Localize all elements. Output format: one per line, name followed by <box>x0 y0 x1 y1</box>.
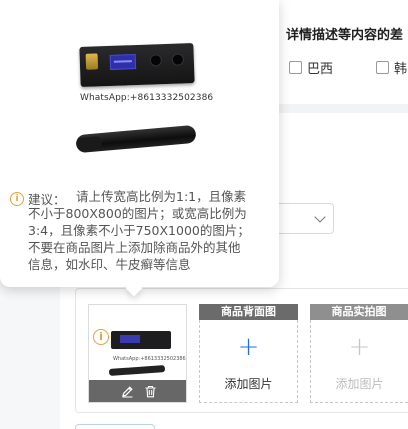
edit-icon[interactable] <box>121 385 134 398</box>
image-watermark: WhatsApp:+8613332502386 <box>80 93 214 103</box>
thumbnail-watermark: WhatsApp:+8613332502386 <box>113 356 186 362</box>
tip-line: 不要在商品图片上添加除商品外的其他 <box>28 240 241 255</box>
checkbox[interactable] <box>376 61 389 74</box>
add-image-label: 添加图片 <box>335 377 384 391</box>
bottom-button[interactable] <box>75 424 155 429</box>
add-image-label: 添加图片 <box>224 377 273 391</box>
slot-title: 商品背面图 <box>199 304 298 320</box>
example-product-image: WhatsApp:+8613332502386 <box>60 0 220 176</box>
section-heading: 详情描述等内容的差 <box>286 28 404 43</box>
warning-icon[interactable]: i <box>93 329 109 345</box>
device-hole-image <box>149 54 163 67</box>
tip-line: 请上传宽高比例为1:1，且像素 <box>76 189 247 204</box>
country-option-korea[interactable]: 韩 <box>376 58 407 77</box>
device-image <box>79 43 195 87</box>
slot-title: 商品实拍图 <box>310 304 408 320</box>
option-label: 巴西 <box>307 62 334 77</box>
thumbnail-device-screen <box>120 335 140 343</box>
image-guideline-tooltip: WhatsApp:+8613332502386 i 建议： 请上传宽高比例为1:… <box>0 0 279 297</box>
thumbnail-antenna-image <box>108 365 166 376</box>
thumbnail-device-image <box>111 331 171 349</box>
page: 详情描述等内容的差 巴西 韩 WhatsApp:+8613332502386 i <box>0 0 408 429</box>
upload-slot-real-photo[interactable]: 商品实拍图 + 添加图片 <box>310 304 408 403</box>
delete-icon[interactable] <box>144 385 157 398</box>
antenna-connector-image <box>85 53 99 70</box>
thumbnail-action-bar <box>89 380 186 402</box>
option-label: 韩 <box>394 62 408 77</box>
tooltip-arrow-cover <box>118 274 150 286</box>
chevron-down-icon <box>314 211 326 223</box>
device-hole-image <box>171 53 185 66</box>
country-option-brazil[interactable]: 巴西 <box>289 58 333 77</box>
upload-slot-body[interactable]: + 添加图片 <box>310 320 408 403</box>
plus-icon[interactable]: + <box>200 334 297 360</box>
tip-line: 不小于800X800的图片；或宽高比例为 <box>28 206 247 221</box>
antenna-image <box>75 124 197 154</box>
warning-icon: i <box>10 192 24 206</box>
tip-line: 3:4，且像素不小于750X1000的图片； <box>28 223 250 238</box>
plus-icon[interactable]: + <box>311 334 408 360</box>
upload-slot-body[interactable]: + 添加图片 <box>199 320 298 403</box>
checkbox[interactable] <box>289 61 302 74</box>
uploaded-image-thumbnail[interactable]: WhatsApp:+8613332502386 i <box>88 304 187 403</box>
tip-line: 信息，如水印、牛皮癣等信息 <box>28 257 191 272</box>
upload-slot-back-image[interactable]: 商品背面图 + 添加图片 <box>199 304 298 403</box>
device-screen-image <box>109 54 137 70</box>
